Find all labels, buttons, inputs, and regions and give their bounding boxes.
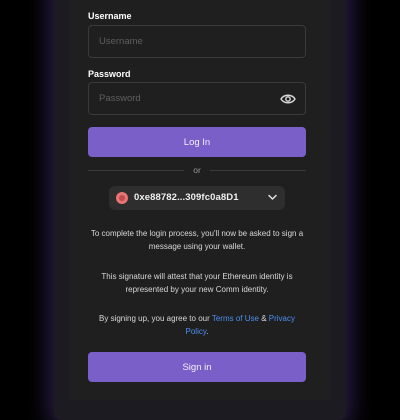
username-field[interactable]: [88, 25, 306, 58]
login-process-text: To complete the login process, you'll no…: [90, 229, 304, 251]
wallet-address: 0xe88782...309fc0a8D1: [134, 192, 239, 203]
terms-of-use-link[interactable]: Terms of Use: [212, 314, 259, 323]
signature-note-text: This signature will attest that your Eth…: [101, 272, 293, 294]
eye-icon[interactable]: [280, 93, 296, 105]
sign-in-button[interactable]: Sign in: [88, 352, 306, 382]
wallet-selector[interactable]: 0xe88782...309fc0a8D1: [109, 186, 285, 210]
terms-prefix: By signing up, you agree to our: [99, 314, 212, 323]
or-text: or: [193, 165, 201, 175]
password-input[interactable]: [89, 83, 305, 114]
terms-and: &: [258, 314, 269, 323]
wallet-avatar: [116, 192, 128, 204]
password-label: Password: [88, 69, 131, 79]
username-label: Username: [88, 11, 132, 21]
chevron-down-icon[interactable]: [268, 194, 277, 201]
or-divider: or: [88, 164, 306, 176]
terms-suffix: .: [206, 327, 209, 336]
terms-text: By signing up, you agree to our Terms of…: [88, 312, 306, 338]
login-button[interactable]: Log In: [88, 127, 306, 157]
username-input[interactable]: [89, 26, 305, 57]
password-field[interactable]: [88, 82, 306, 115]
